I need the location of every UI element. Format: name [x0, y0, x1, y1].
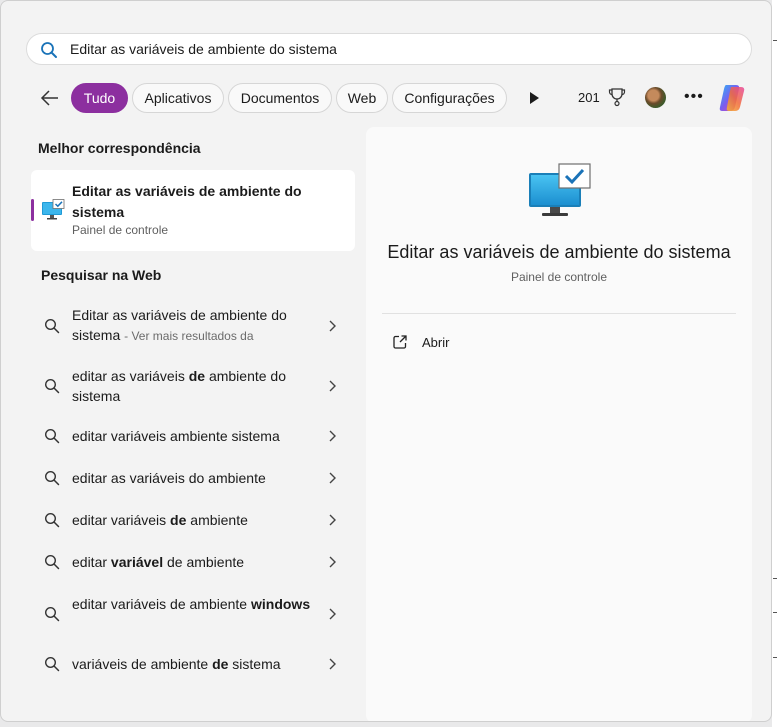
web-suggestion-text: editar variável de ambiente [72, 554, 245, 570]
system-environment-monitor-icon [529, 163, 591, 216]
start-search-panel: Tudo Aplicativos Documentos Web Configur… [0, 0, 772, 722]
selection-indicator [31, 199, 34, 221]
web-suggestion-text: editar variáveis de ambiente [72, 512, 248, 528]
filter-chip-apps[interactable]: Aplicativos [132, 83, 224, 113]
web-suggestion-text: variáveis de ambiente de sistema [72, 656, 281, 672]
detail-title: Editar as variáveis de ambiente do siste… [387, 242, 731, 262]
search-icon [44, 470, 60, 486]
rewards-trophy-icon[interactable] [608, 87, 626, 107]
web-suggestion-8[interactable]: variáveis de ambiente de sistema [31, 654, 355, 676]
more-options-icon[interactable]: ••• [684, 88, 703, 108]
web-search-heading: Pesquisar na Web [41, 267, 162, 283]
web-suggestion-2[interactable]: editar as variáveis de ambiente do siste… [31, 365, 355, 407]
search-icon [44, 606, 60, 622]
background-window-edge [772, 0, 778, 727]
search-icon [41, 42, 57, 58]
web-suggestion-1[interactable]: Editar as variáveis de ambiente do siste… [31, 305, 355, 347]
more-filters-play-icon[interactable] [528, 91, 540, 105]
search-icon [44, 656, 60, 672]
search-input[interactable] [70, 38, 730, 60]
chevron-right-icon [329, 556, 336, 568]
chevron-right-icon [329, 514, 336, 526]
web-suggestion-3[interactable]: editar variáveis ambiente sistema [31, 426, 355, 448]
copilot-icon[interactable] [717, 83, 748, 113]
open-external-icon [393, 335, 407, 349]
web-suggestion-text: editar variáveis ambiente sistema [72, 428, 280, 444]
chevron-right-icon [329, 320, 336, 332]
chevron-right-icon [329, 658, 336, 670]
best-match-title: Editar as variáveis de ambiente do siste… [72, 183, 302, 220]
divider [382, 313, 736, 314]
chevron-right-icon [329, 430, 336, 442]
best-match-result[interactable]: Editar as variáveis de ambiente do siste… [31, 170, 355, 251]
web-suggestion-4[interactable]: editar as variáveis do ambiente [31, 468, 355, 490]
result-detail-pane: Editar as variáveis de ambiente do siste… [366, 127, 752, 721]
search-icon [44, 318, 60, 334]
best-match-subtitle: Painel de controle [72, 223, 169, 237]
open-action[interactable]: Abrir [392, 333, 512, 353]
search-icon [44, 554, 60, 570]
open-action-label: Abrir [422, 335, 450, 350]
chevron-right-icon [329, 472, 336, 484]
chevron-right-icon [329, 380, 336, 392]
user-avatar[interactable] [645, 87, 666, 108]
chevron-right-icon [329, 608, 336, 620]
search-bar[interactable] [26, 33, 752, 65]
rewards-points: 201 [578, 90, 600, 105]
system-environment-monitor-icon [42, 199, 65, 220]
web-suggestion-text: editar as variáveis do ambiente [72, 470, 266, 486]
search-icon [44, 378, 60, 394]
filter-chip-web[interactable]: Web [336, 83, 388, 113]
web-suggestion-6[interactable]: editar variável de ambiente [31, 552, 355, 574]
filter-chip-all[interactable]: Tudo [71, 83, 128, 113]
search-icon [44, 428, 60, 444]
search-icon [44, 512, 60, 528]
back-arrow-icon[interactable] [39, 87, 61, 109]
web-suggestion-5[interactable]: editar variáveis de ambiente [31, 510, 355, 532]
web-suggestion-text: editar variáveis de ambiente windows [72, 596, 311, 612]
filter-chip-documents[interactable]: Documentos [228, 83, 332, 113]
web-suggestion-7[interactable]: editar variáveis de ambiente windows [31, 594, 355, 636]
detail-subtitle: Painel de controle [510, 270, 608, 284]
web-suggestion-text: Editar as variáveis de ambiente do siste… [72, 307, 287, 343]
web-suggestion-text: editar as variáveis de ambiente do siste… [72, 368, 287, 404]
filter-chip-settings[interactable]: Configurações [392, 83, 507, 113]
best-match-heading: Melhor correspondência [38, 140, 201, 156]
